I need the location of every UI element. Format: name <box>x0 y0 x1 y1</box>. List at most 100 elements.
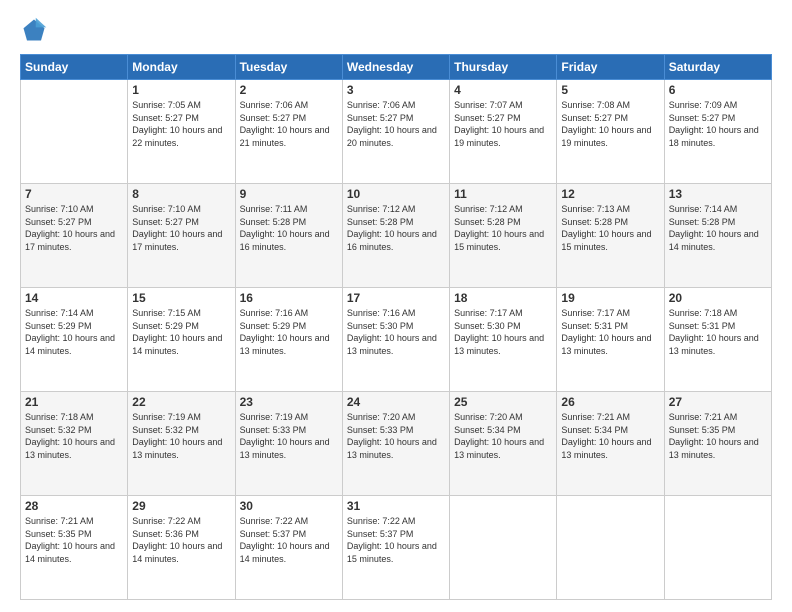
calendar-cell: 21 Sunrise: 7:18 AMSunset: 5:32 PMDayligh… <box>21 392 128 496</box>
day-number: 14 <box>25 291 123 305</box>
day-number: 10 <box>347 187 445 201</box>
day-number: 13 <box>669 187 767 201</box>
calendar-cell: 6 Sunrise: 7:09 AMSunset: 5:27 PMDaylight… <box>664 80 771 184</box>
day-number: 6 <box>669 83 767 97</box>
calendar-header-row: SundayMondayTuesdayWednesdayThursdayFrid… <box>21 55 772 80</box>
calendar-cell: 22 Sunrise: 7:19 AMSunset: 5:32 PMDayligh… <box>128 392 235 496</box>
day-info: Sunrise: 7:18 AMSunset: 5:32 PMDaylight:… <box>25 411 123 461</box>
calendar-cell: 13 Sunrise: 7:14 AMSunset: 5:28 PMDayligh… <box>664 184 771 288</box>
day-number: 29 <box>132 499 230 513</box>
calendar-cell: 2 Sunrise: 7:06 AMSunset: 5:27 PMDaylight… <box>235 80 342 184</box>
day-number: 31 <box>347 499 445 513</box>
day-info: Sunrise: 7:22 AMSunset: 5:37 PMDaylight:… <box>347 515 445 565</box>
day-info: Sunrise: 7:09 AMSunset: 5:27 PMDaylight:… <box>669 99 767 149</box>
day-number: 30 <box>240 499 338 513</box>
calendar-cell: 24 Sunrise: 7:20 AMSunset: 5:33 PMDayligh… <box>342 392 449 496</box>
calendar-cell: 19 Sunrise: 7:17 AMSunset: 5:31 PMDayligh… <box>557 288 664 392</box>
day-info: Sunrise: 7:06 AMSunset: 5:27 PMDaylight:… <box>240 99 338 149</box>
day-info: Sunrise: 7:22 AMSunset: 5:37 PMDaylight:… <box>240 515 338 565</box>
day-info: Sunrise: 7:19 AMSunset: 5:33 PMDaylight:… <box>240 411 338 461</box>
day-info: Sunrise: 7:13 AMSunset: 5:28 PMDaylight:… <box>561 203 659 253</box>
day-info: Sunrise: 7:08 AMSunset: 5:27 PMDaylight:… <box>561 99 659 149</box>
calendar-day-header: Saturday <box>664 55 771 80</box>
calendar-cell: 10 Sunrise: 7:12 AMSunset: 5:28 PMDayligh… <box>342 184 449 288</box>
day-info: Sunrise: 7:10 AMSunset: 5:27 PMDaylight:… <box>132 203 230 253</box>
calendar-day-header: Friday <box>557 55 664 80</box>
calendar-cell: 20 Sunrise: 7:18 AMSunset: 5:31 PMDayligh… <box>664 288 771 392</box>
calendar-cell: 15 Sunrise: 7:15 AMSunset: 5:29 PMDayligh… <box>128 288 235 392</box>
day-number: 25 <box>454 395 552 409</box>
calendar-cell: 29 Sunrise: 7:22 AMSunset: 5:36 PMDayligh… <box>128 496 235 600</box>
day-info: Sunrise: 7:16 AMSunset: 5:29 PMDaylight:… <box>240 307 338 357</box>
day-number: 17 <box>347 291 445 305</box>
day-info: Sunrise: 7:05 AMSunset: 5:27 PMDaylight:… <box>132 99 230 149</box>
day-number: 21 <box>25 395 123 409</box>
calendar-cell: 25 Sunrise: 7:20 AMSunset: 5:34 PMDayligh… <box>450 392 557 496</box>
calendar-cell: 11 Sunrise: 7:12 AMSunset: 5:28 PMDayligh… <box>450 184 557 288</box>
day-number: 11 <box>454 187 552 201</box>
day-info: Sunrise: 7:14 AMSunset: 5:28 PMDaylight:… <box>669 203 767 253</box>
calendar-week-row: 7Sunrise: 7:10 AMSunset: 5:27 PMDaylight… <box>21 184 772 288</box>
calendar-cell: 1 Sunrise: 7:05 AMSunset: 5:27 PMDaylight… <box>128 80 235 184</box>
day-info: Sunrise: 7:20 AMSunset: 5:34 PMDaylight:… <box>454 411 552 461</box>
day-number: 2 <box>240 83 338 97</box>
calendar-cell: 28 Sunrise: 7:21 AMSunset: 5:35 PMDayligh… <box>21 496 128 600</box>
calendar-week-row: 21 Sunrise: 7:18 AMSunset: 5:32 PMDayligh… <box>21 392 772 496</box>
day-info: Sunrise: 7:12 AMSunset: 5:28 PMDaylight:… <box>454 203 552 253</box>
calendar-cell: 4 Sunrise: 7:07 AMSunset: 5:27 PMDaylight… <box>450 80 557 184</box>
day-number: 15 <box>132 291 230 305</box>
calendar-cell <box>664 496 771 600</box>
day-number: 20 <box>669 291 767 305</box>
day-info: Sunrise: 7:20 AMSunset: 5:33 PMDaylight:… <box>347 411 445 461</box>
day-number: 4 <box>454 83 552 97</box>
calendar-cell: 5 Sunrise: 7:08 AMSunset: 5:27 PMDaylight… <box>557 80 664 184</box>
calendar-day-header: Thursday <box>450 55 557 80</box>
calendar-cell: 30 Sunrise: 7:22 AMSunset: 5:37 PMDayligh… <box>235 496 342 600</box>
day-number: 9 <box>240 187 338 201</box>
day-info: Sunrise: 7:15 AMSunset: 5:29 PMDaylight:… <box>132 307 230 357</box>
day-info: Sunrise: 7:16 AMSunset: 5:30 PMDaylight:… <box>347 307 445 357</box>
calendar-table: SundayMondayTuesdayWednesdayThursdayFrid… <box>20 54 772 600</box>
day-info: Sunrise: 7:17 AMSunset: 5:30 PMDaylight:… <box>454 307 552 357</box>
day-info: Sunrise: 7:19 AMSunset: 5:32 PMDaylight:… <box>132 411 230 461</box>
day-info: Sunrise: 7:12 AMSunset: 5:28 PMDaylight:… <box>347 203 445 253</box>
header <box>20 16 772 44</box>
calendar-cell: 14Sunrise: 7:14 AMSunset: 5:29 PMDayligh… <box>21 288 128 392</box>
day-info: Sunrise: 7:21 AMSunset: 5:34 PMDaylight:… <box>561 411 659 461</box>
day-info: Sunrise: 7:21 AMSunset: 5:35 PMDaylight:… <box>25 515 123 565</box>
day-info: Sunrise: 7:17 AMSunset: 5:31 PMDaylight:… <box>561 307 659 357</box>
day-number: 24 <box>347 395 445 409</box>
day-info: Sunrise: 7:21 AMSunset: 5:35 PMDaylight:… <box>669 411 767 461</box>
day-info: Sunrise: 7:18 AMSunset: 5:31 PMDaylight:… <box>669 307 767 357</box>
calendar-cell: 17 Sunrise: 7:16 AMSunset: 5:30 PMDayligh… <box>342 288 449 392</box>
day-number: 28 <box>25 499 123 513</box>
day-info: Sunrise: 7:22 AMSunset: 5:36 PMDaylight:… <box>132 515 230 565</box>
day-number: 1 <box>132 83 230 97</box>
calendar-cell: 27 Sunrise: 7:21 AMSunset: 5:35 PMDayligh… <box>664 392 771 496</box>
day-number: 8 <box>132 187 230 201</box>
calendar-cell: 16Sunrise: 7:16 AMSunset: 5:29 PMDayligh… <box>235 288 342 392</box>
day-info: Sunrise: 7:11 AMSunset: 5:28 PMDaylight:… <box>240 203 338 253</box>
calendar-cell <box>21 80 128 184</box>
calendar-cell: 7Sunrise: 7:10 AMSunset: 5:27 PMDaylight… <box>21 184 128 288</box>
day-info: Sunrise: 7:07 AMSunset: 5:27 PMDaylight:… <box>454 99 552 149</box>
logo-icon <box>20 16 48 44</box>
calendar-cell: 23Sunrise: 7:19 AMSunset: 5:33 PMDayligh… <box>235 392 342 496</box>
day-number: 19 <box>561 291 659 305</box>
day-number: 22 <box>132 395 230 409</box>
day-number: 5 <box>561 83 659 97</box>
day-info: Sunrise: 7:06 AMSunset: 5:27 PMDaylight:… <box>347 99 445 149</box>
logo <box>20 16 52 44</box>
calendar-day-header: Tuesday <box>235 55 342 80</box>
calendar-day-header: Monday <box>128 55 235 80</box>
day-number: 18 <box>454 291 552 305</box>
day-info: Sunrise: 7:10 AMSunset: 5:27 PMDaylight:… <box>25 203 123 253</box>
day-number: 27 <box>669 395 767 409</box>
calendar-cell: 26 Sunrise: 7:21 AMSunset: 5:34 PMDayligh… <box>557 392 664 496</box>
day-number: 26 <box>561 395 659 409</box>
calendar-day-header: Wednesday <box>342 55 449 80</box>
calendar-day-header: Sunday <box>21 55 128 80</box>
calendar-cell: 8 Sunrise: 7:10 AMSunset: 5:27 PMDaylight… <box>128 184 235 288</box>
page: SundayMondayTuesdayWednesdayThursdayFrid… <box>0 0 792 612</box>
calendar-week-row: 28 Sunrise: 7:21 AMSunset: 5:35 PMDayligh… <box>21 496 772 600</box>
